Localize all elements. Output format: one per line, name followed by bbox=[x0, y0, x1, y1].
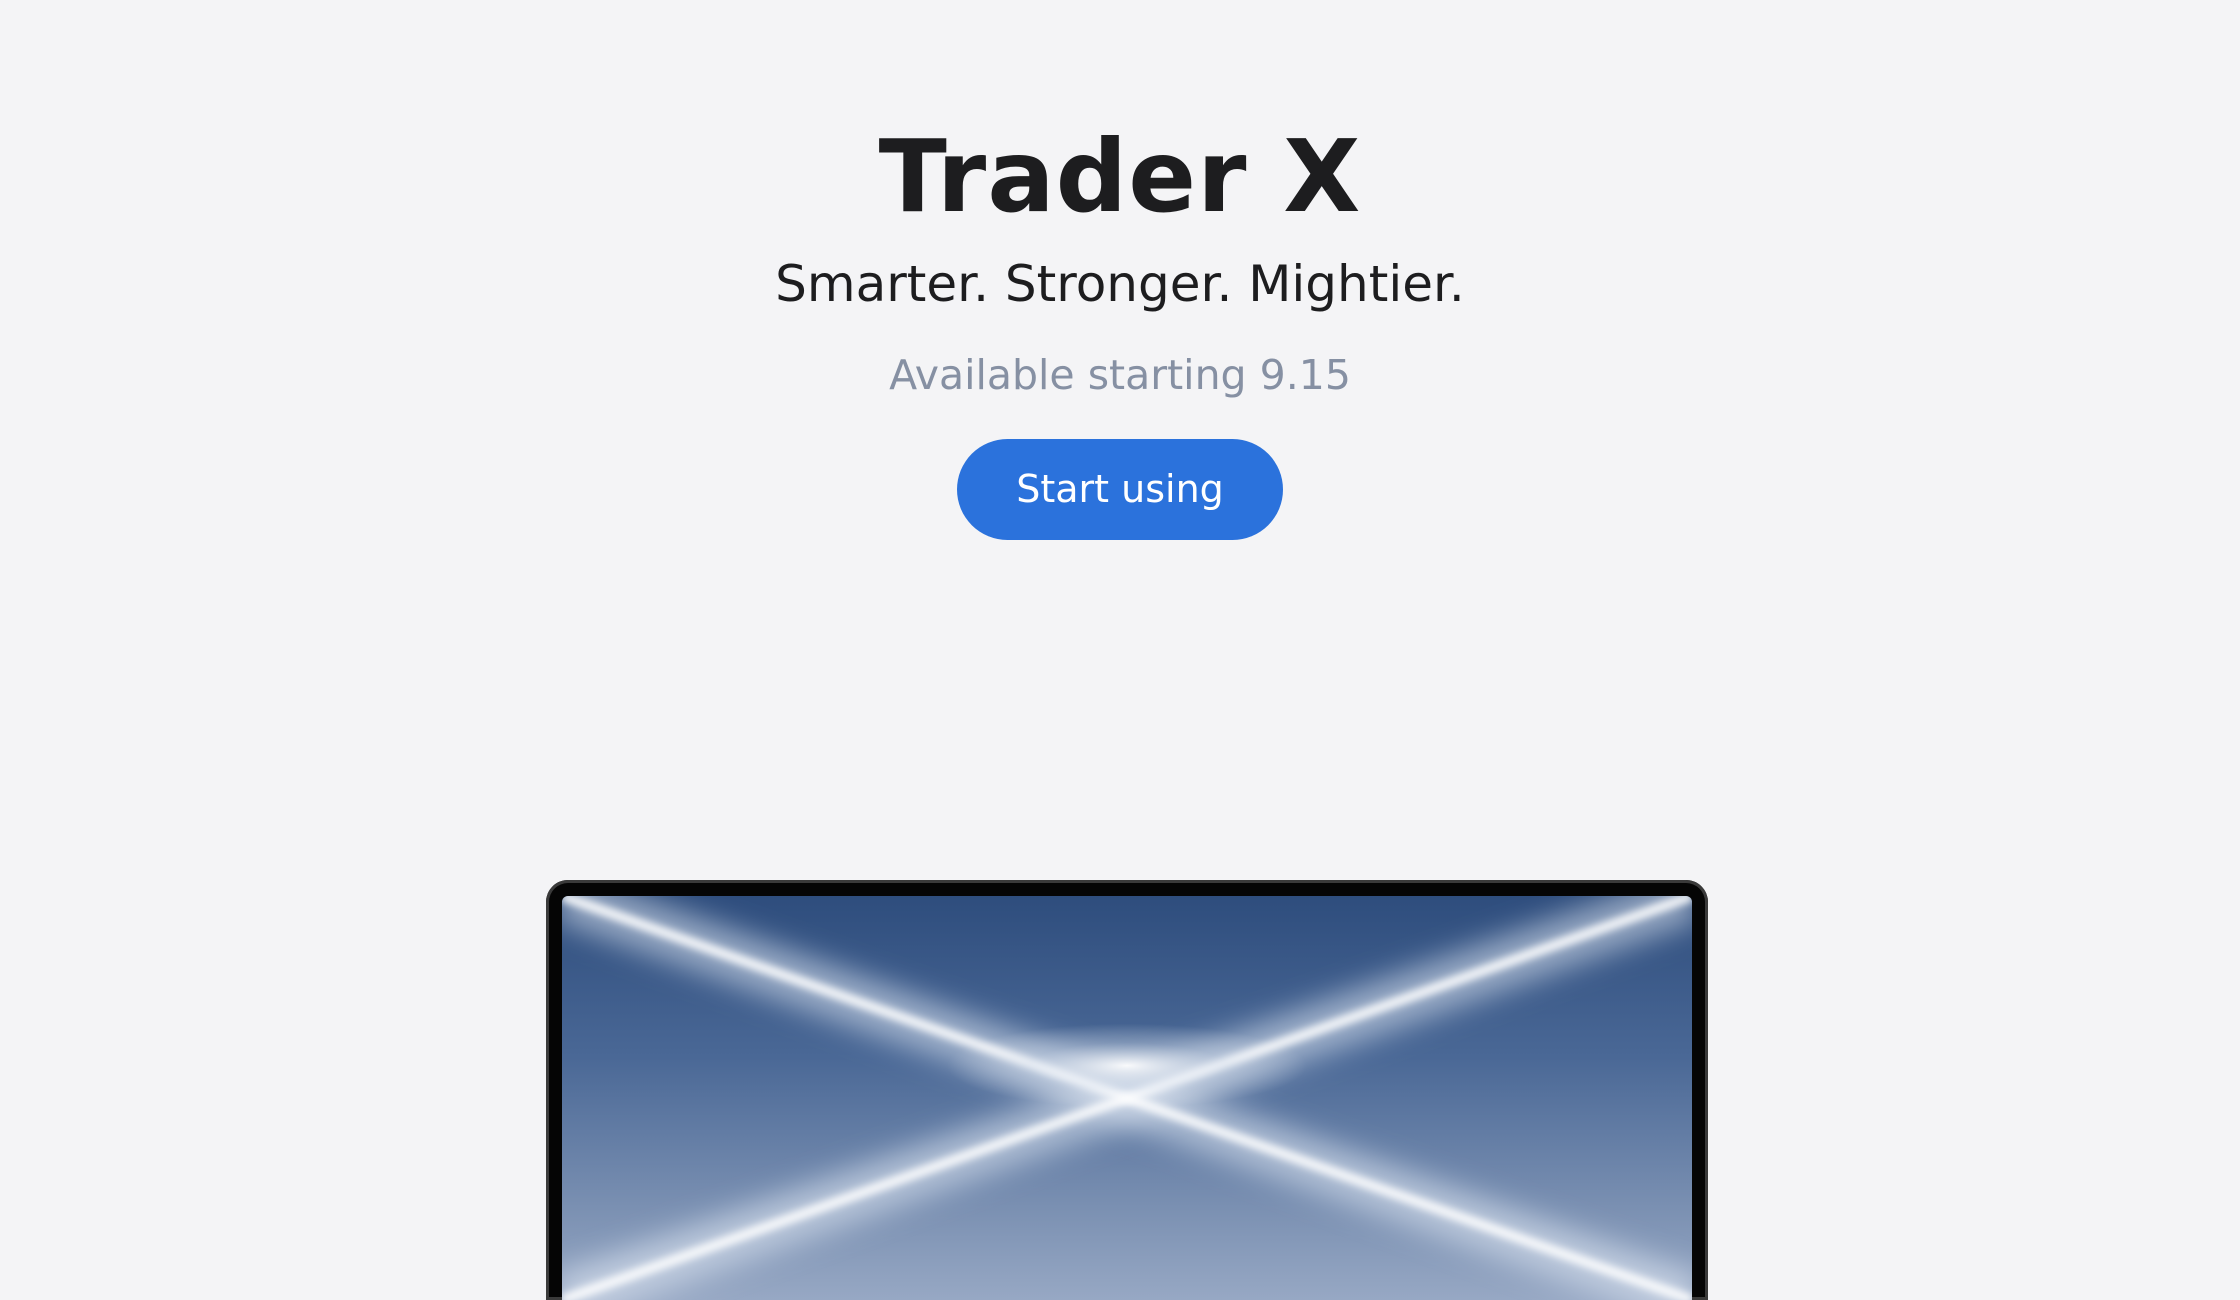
page-title: Trader X bbox=[878, 118, 1362, 235]
laptop-image bbox=[546, 880, 1708, 1300]
light-streak-graphic bbox=[562, 896, 1692, 1300]
laptop-screen-wallpaper bbox=[562, 896, 1692, 1300]
tagline: Smarter. Stronger. Mightier. bbox=[775, 255, 1465, 313]
availability-text: Available starting 9.15 bbox=[889, 351, 1351, 399]
start-using-button[interactable]: Start using bbox=[957, 439, 1283, 540]
